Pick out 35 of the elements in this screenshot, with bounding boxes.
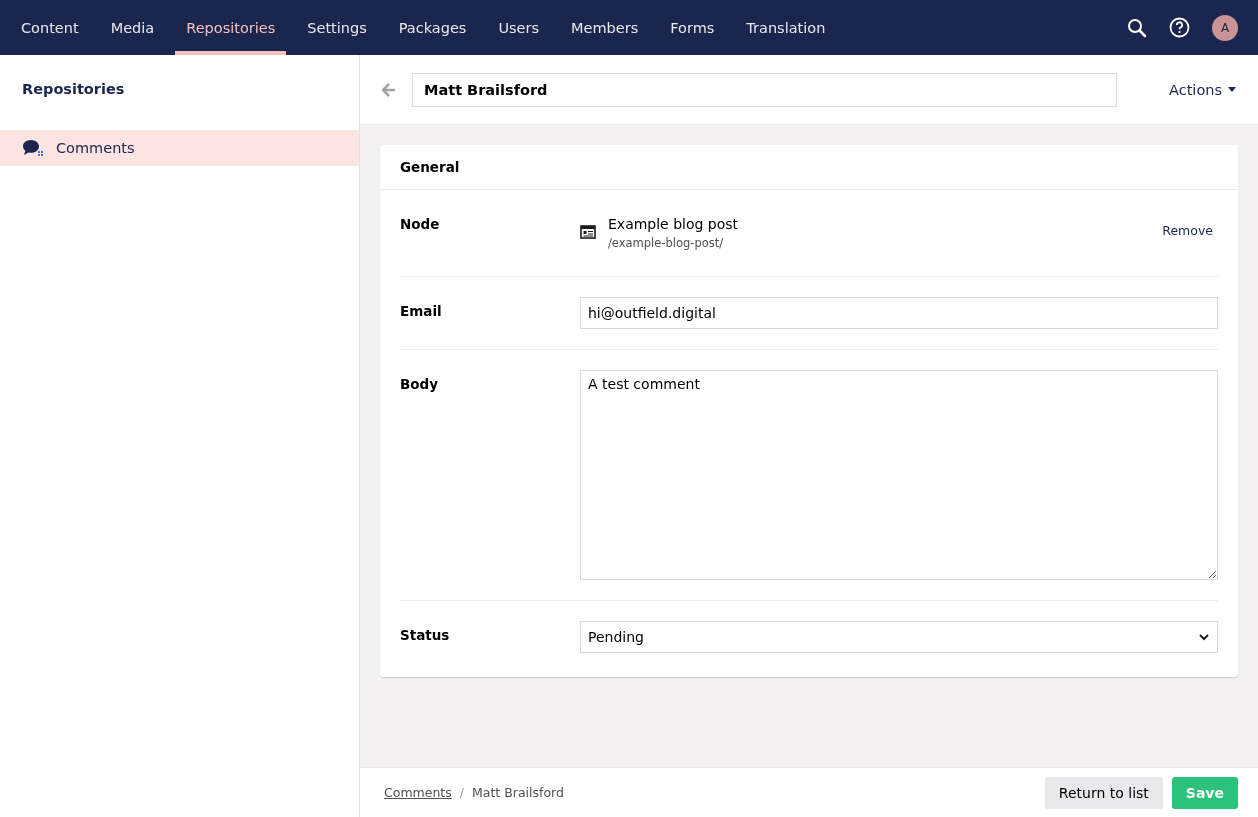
email-field[interactable]: hi@outfield.digital	[580, 297, 1218, 329]
chevron-down-icon	[1199, 633, 1209, 641]
section-tab[interactable]: Translation	[735, 0, 837, 55]
section-tab[interactable]: Members	[560, 0, 650, 55]
body-textarea[interactable]: A test comment	[580, 370, 1218, 580]
node-path: /example-blog-post/	[608, 236, 725, 250]
breadcrumb-separator: /	[459, 785, 464, 800]
field-label: Email	[400, 302, 443, 321]
breadcrumb-link[interactable]: Comments	[384, 785, 452, 800]
breadcrumb-current: Matt Brailsford	[472, 785, 564, 800]
status-dropdown[interactable]: Pending	[580, 621, 1218, 653]
field-label: Body	[400, 375, 440, 394]
caret-icon	[1228, 87, 1236, 92]
user-avatar[interactable]: A	[1212, 14, 1238, 41]
section-tab[interactable]: Packages	[387, 0, 478, 55]
return-button[interactable]: Return to list	[1044, 776, 1163, 809]
remove-button[interactable]: Remove	[1162, 223, 1218, 238]
node-title: Example blog post	[608, 216, 740, 232]
back-arrow-icon[interactable]	[382, 82, 396, 97]
sidebar-item[interactable]: Comments	[0, 130, 359, 166]
section-tab[interactable]: Content	[10, 0, 90, 55]
field-label: Node	[400, 215, 441, 234]
section-tab[interactable]: Users	[487, 0, 551, 55]
name-input[interactable]: Matt Brailsford	[412, 72, 1117, 107]
card-title: General	[380, 145, 1238, 190]
help-icon[interactable]	[1169, 17, 1190, 38]
section-tab[interactable]: Settings	[296, 0, 378, 55]
sidebar-title: Repositories	[21, 80, 126, 99]
search-icon[interactable]	[1127, 17, 1147, 38]
document-icon	[580, 224, 596, 240]
comments-icon	[22, 139, 44, 157]
section-tab[interactable]: Media	[99, 0, 166, 55]
field-label: Status	[400, 626, 451, 645]
section-tab[interactable]: Forms	[659, 0, 726, 55]
actions-button[interactable]: Actions	[1169, 81, 1236, 98]
